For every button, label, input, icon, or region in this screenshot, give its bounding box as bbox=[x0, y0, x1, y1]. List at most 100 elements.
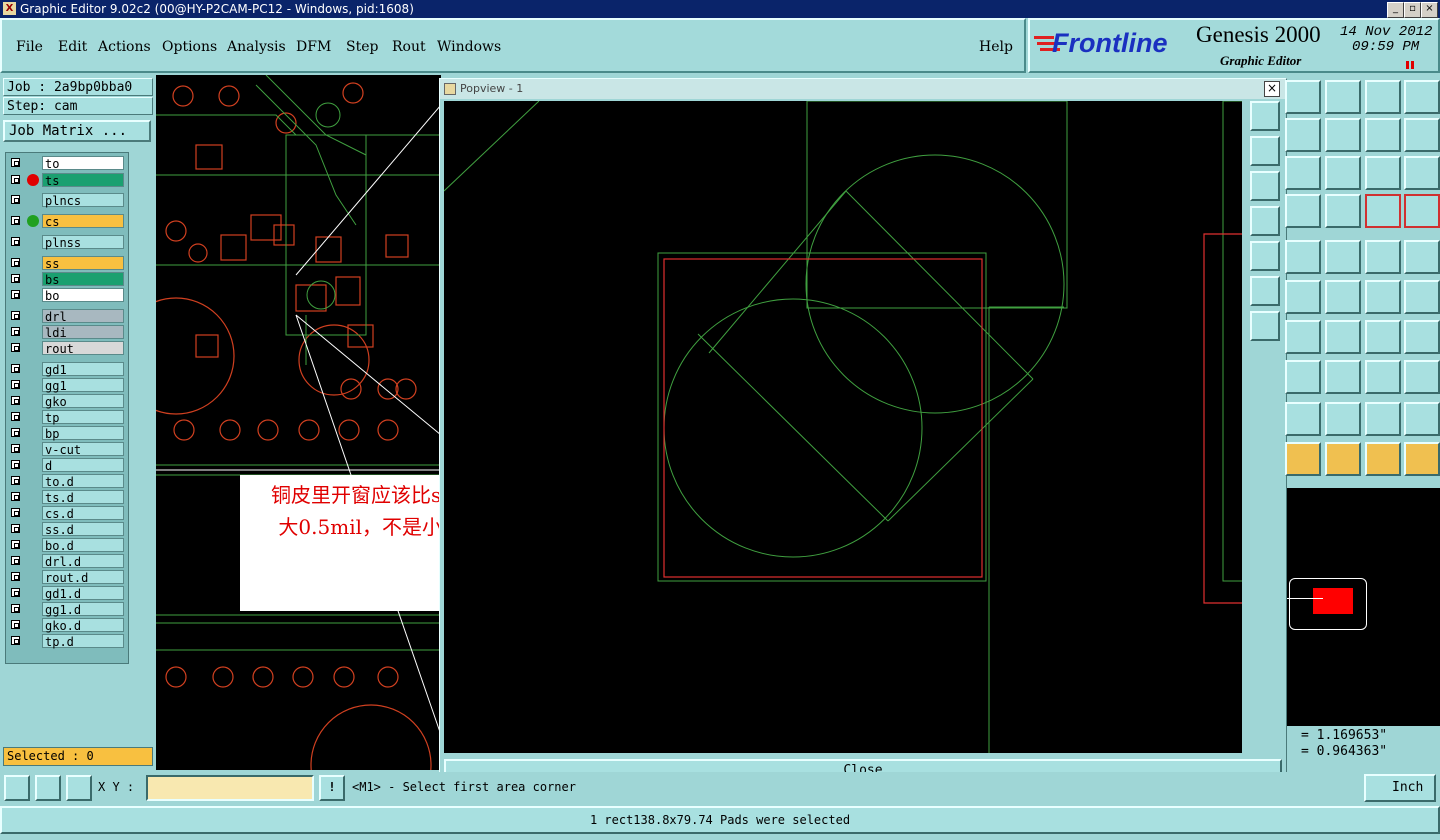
layer-name[interactable]: to bbox=[42, 156, 124, 171]
layer-checkbox[interactable] bbox=[11, 237, 20, 246]
shape-c-icon[interactable] bbox=[1365, 402, 1401, 436]
layer-checkbox[interactable] bbox=[11, 327, 20, 336]
layer-row[interactable]: bp bbox=[8, 426, 126, 441]
layer-name[interactable]: bo.d bbox=[42, 538, 124, 553]
menu-options[interactable]: Options bbox=[162, 39, 217, 55]
menu-rout[interactable]: Rout bbox=[392, 39, 426, 55]
line-icon[interactable] bbox=[1325, 240, 1361, 274]
pan-right-icon[interactable] bbox=[1250, 241, 1280, 271]
layer-name[interactable]: gd1 bbox=[42, 362, 124, 377]
layer-checkbox[interactable] bbox=[11, 258, 20, 267]
layer-checkbox[interactable] bbox=[11, 540, 20, 549]
layer-row[interactable]: gd1.d bbox=[8, 586, 126, 601]
shape-b-icon[interactable] bbox=[1325, 402, 1361, 436]
view-top-icon[interactable] bbox=[1285, 80, 1321, 114]
menu-file[interactable]: File bbox=[16, 39, 43, 55]
layer-checkbox[interactable] bbox=[11, 572, 20, 581]
layer-row[interactable]: d bbox=[8, 458, 126, 473]
snap-icon[interactable] bbox=[35, 775, 61, 801]
layer-row[interactable]: gd1 bbox=[8, 362, 126, 377]
layer-row[interactable]: v-cut bbox=[8, 442, 126, 457]
layer-row[interactable]: drl bbox=[8, 309, 126, 324]
layer-name[interactable]: v-cut bbox=[42, 442, 124, 457]
ratio-icon[interactable] bbox=[1365, 156, 1401, 190]
fit-icon[interactable] bbox=[1285, 156, 1321, 190]
job-matrix-button[interactable]: Job Matrix ... bbox=[3, 120, 151, 142]
undo-icon[interactable] bbox=[1365, 118, 1401, 152]
layer-checkbox[interactable] bbox=[11, 428, 20, 437]
measure-b-icon[interactable] bbox=[1404, 280, 1440, 314]
layer-name[interactable]: cs.d bbox=[42, 506, 124, 521]
layer-checkbox[interactable] bbox=[11, 604, 20, 613]
layer-row[interactable]: to.d bbox=[8, 474, 126, 489]
select-box-icon[interactable] bbox=[1325, 442, 1361, 476]
layer-row[interactable]: ldi bbox=[8, 325, 126, 340]
layer-name[interactable]: plnss bbox=[42, 235, 124, 250]
pause-icon[interactable] bbox=[1406, 61, 1416, 69]
layer-row[interactable]: gko.d bbox=[8, 618, 126, 633]
layer-name[interactable]: cs bbox=[42, 214, 124, 229]
grid-icon[interactable] bbox=[66, 775, 92, 801]
layer-row[interactable]: cs bbox=[8, 214, 126, 229]
center-icon[interactable] bbox=[1325, 156, 1361, 190]
pan-left-icon[interactable] bbox=[1250, 206, 1280, 236]
add-pad-icon[interactable] bbox=[1285, 360, 1321, 394]
units-select[interactable]: Inch bbox=[1364, 774, 1436, 802]
layer-name[interactable]: ts.d bbox=[42, 490, 124, 505]
layer-checkbox[interactable] bbox=[11, 158, 20, 167]
layer-checkbox[interactable] bbox=[11, 636, 20, 645]
menu-windows[interactable]: Windows bbox=[437, 39, 501, 55]
layer-name[interactable]: bs bbox=[42, 272, 124, 287]
layer-checkbox[interactable] bbox=[11, 290, 20, 299]
layer-name[interactable]: ss bbox=[42, 256, 124, 271]
align-icon[interactable] bbox=[1404, 320, 1440, 354]
pan-up-icon[interactable] bbox=[1250, 136, 1280, 166]
layer-checkbox[interactable] bbox=[11, 412, 20, 421]
zoom-out-icon[interactable] bbox=[1250, 311, 1280, 341]
layer-name[interactable]: ldi bbox=[42, 325, 124, 340]
draw-line-icon[interactable] bbox=[1325, 320, 1361, 354]
layer-row[interactable]: ts bbox=[8, 173, 126, 188]
layer-checkbox[interactable] bbox=[11, 524, 20, 533]
layer-checkbox[interactable] bbox=[11, 364, 20, 373]
layer-row[interactable]: plncs bbox=[8, 193, 126, 208]
layers-b-icon[interactable] bbox=[1404, 194, 1440, 228]
zoom-box-icon[interactable] bbox=[1250, 101, 1280, 131]
layer-checkbox[interactable] bbox=[11, 508, 20, 517]
layer-row[interactable]: plnss bbox=[8, 235, 126, 250]
layer-name[interactable]: gg1 bbox=[42, 378, 124, 393]
layer-name[interactable]: gg1.d bbox=[42, 602, 124, 617]
pan-down-icon[interactable] bbox=[1250, 171, 1280, 201]
layer-row[interactable]: tp bbox=[8, 410, 126, 425]
layer-checkbox[interactable] bbox=[11, 274, 20, 283]
measure-a-icon[interactable] bbox=[1365, 280, 1401, 314]
cut-icon[interactable] bbox=[1285, 118, 1321, 152]
layer-name[interactable]: plncs bbox=[42, 193, 124, 208]
layer-row[interactable]: rout bbox=[8, 341, 126, 356]
layer-name[interactable]: gd1.d bbox=[42, 586, 124, 601]
layer-row[interactable]: bs bbox=[8, 272, 126, 287]
grid-toggle-icon[interactable] bbox=[1325, 194, 1361, 228]
layer-row[interactable]: tp.d bbox=[8, 634, 126, 649]
select-path-icon[interactable] bbox=[1404, 442, 1440, 476]
layer-name[interactable]: bo bbox=[42, 288, 124, 303]
layer-name[interactable]: bp bbox=[42, 426, 124, 441]
layer-row[interactable]: drl.d bbox=[8, 554, 126, 569]
layer-row[interactable]: gg1.d bbox=[8, 602, 126, 617]
layer-checkbox[interactable] bbox=[11, 343, 20, 352]
layer-name[interactable]: gko bbox=[42, 394, 124, 409]
connect-icon[interactable] bbox=[1285, 280, 1321, 314]
layer-name[interactable]: drl bbox=[42, 309, 124, 324]
layer-row[interactable]: ss.d bbox=[8, 522, 126, 537]
layer-checkbox[interactable] bbox=[11, 380, 20, 389]
layer-checkbox[interactable] bbox=[11, 175, 20, 184]
s-curve-icon[interactable] bbox=[1404, 118, 1440, 152]
layer-row[interactable]: rout.d bbox=[8, 570, 126, 585]
maximize-button[interactable]: ▫ bbox=[1404, 2, 1421, 18]
layer-name[interactable]: tp.d bbox=[42, 634, 124, 649]
layer-row[interactable]: to bbox=[8, 156, 126, 171]
popview-canvas[interactable] bbox=[444, 101, 1242, 753]
layer-name[interactable]: gko.d bbox=[42, 618, 124, 633]
xy-input[interactable] bbox=[146, 775, 314, 801]
minimize-button[interactable]: _ bbox=[1387, 2, 1404, 18]
